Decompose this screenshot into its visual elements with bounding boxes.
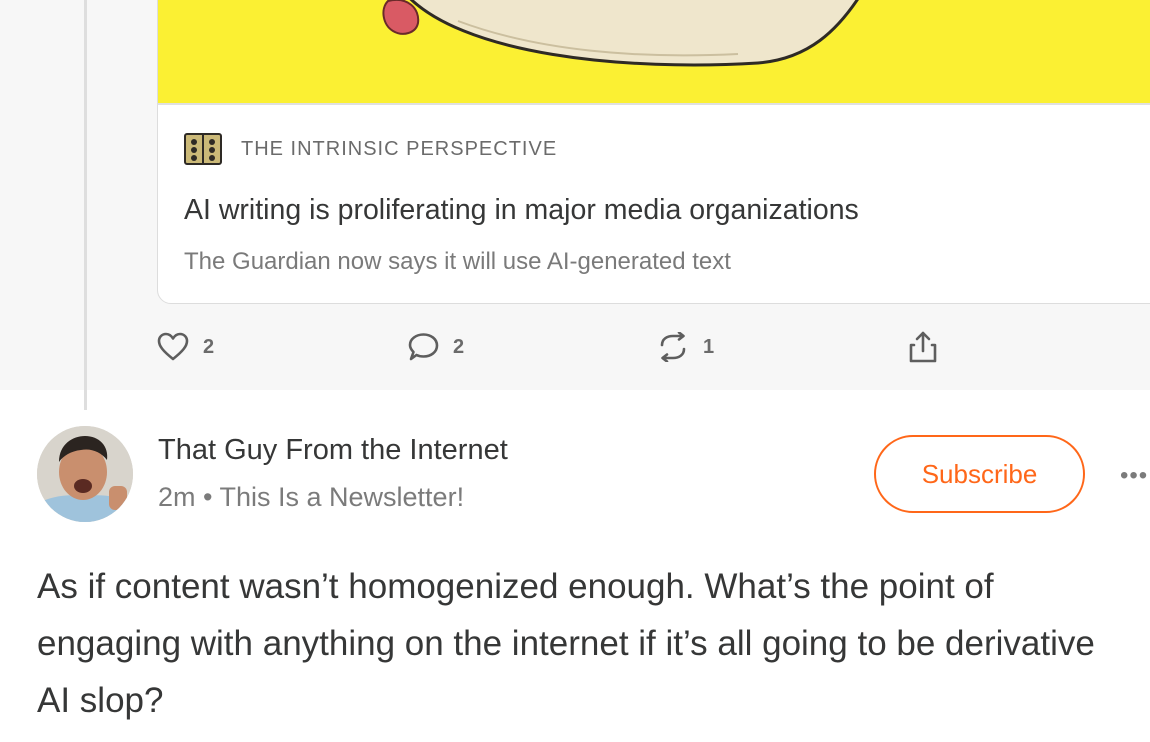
subscribe-button[interactable]: Subscribe <box>874 435 1085 513</box>
post-publication[interactable]: This Is a Newsletter! <box>220 482 465 512</box>
comment-button[interactable]: 2 <box>407 325 464 369</box>
heart-icon <box>157 332 189 361</box>
like-button[interactable]: 2 <box>157 325 214 369</box>
book-logo-icon <box>184 133 222 165</box>
embed-publication-name[interactable]: The Intrinsic Perspective <box>241 138 557 161</box>
restack-icon <box>660 332 686 362</box>
author-name[interactable]: That Guy From the Internet <box>158 434 508 467</box>
more-icon[interactable]: ••• <box>1120 462 1150 489</box>
share-icon <box>909 331 937 363</box>
illustration-icon <box>382 0 859 67</box>
comment-count: 2 <box>453 335 465 358</box>
embed-subtitle: The Guardian now says it will use AI-gen… <box>184 248 731 275</box>
like-count: 2 <box>203 335 215 358</box>
restack-button[interactable]: 1 <box>657 325 714 369</box>
embed-title[interactable]: AI writing is proliferating in major med… <box>184 194 859 227</box>
post-body-text: As if content wasn’t homogenized enough.… <box>37 567 1095 720</box>
restack-count: 1 <box>703 335 715 358</box>
avatar[interactable] <box>37 426 133 522</box>
action-bar: 2 2 1 <box>0 325 1150 369</box>
embed-cover-image <box>158 0 1150 104</box>
post-meta: 2m • This Is a Newsletter! <box>158 482 464 513</box>
comment-icon <box>408 333 439 361</box>
meta-separator: • <box>203 482 213 512</box>
share-button[interactable] <box>907 325 939 369</box>
post-time: 2m <box>158 482 196 512</box>
card-divider <box>158 103 1150 105</box>
author-photo <box>37 426 133 522</box>
embedded-post-card[interactable]: The Intrinsic Perspective AI writing is … <box>157 0 1150 304</box>
